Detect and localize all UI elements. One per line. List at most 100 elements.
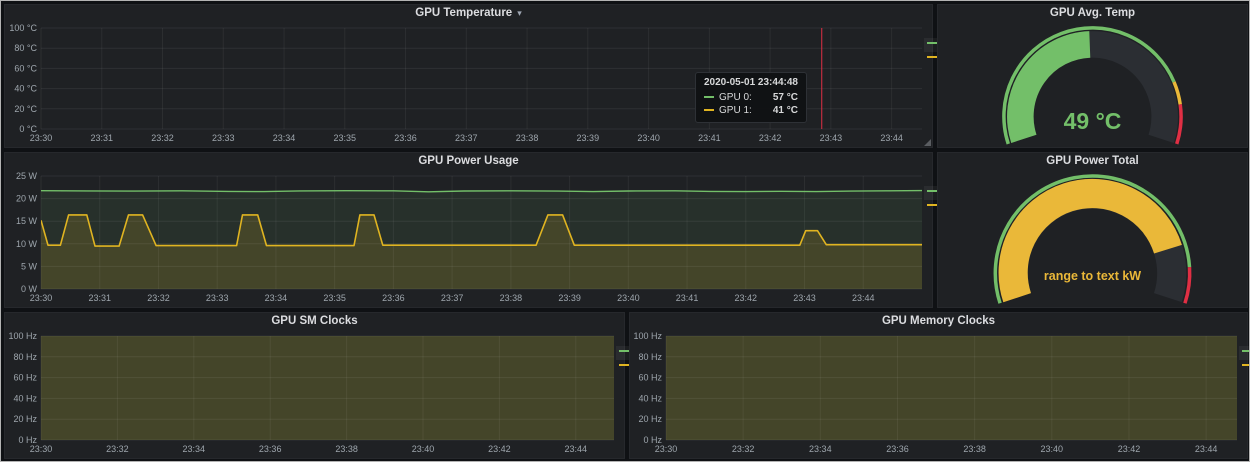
x-axis-label: 23:30 [655,444,678,454]
x-axis-label: 23:40 [412,444,435,454]
x-axis-label: 23:31 [88,293,111,303]
x-axis-label: 23:38 [500,293,523,303]
y-axis-label: 10 W [16,239,38,249]
series-swatch-icon [927,42,937,44]
panel-title-gpu-power-total[interactable]: GPU Power Total [938,153,1247,170]
legend-col-blank [1239,332,1250,346]
x-axis-label: 23:37 [455,133,478,143]
chevron-down-icon: ▾ [517,8,522,18]
panel-title-gpu-avg-temp[interactable]: GPU Avg. Temp [938,5,1247,22]
y-axis-label: 20 Hz [638,414,662,424]
x-axis-label: 23:35 [334,133,357,143]
x-axis-label: 23:32 [106,444,129,454]
panel-title-text: GPU SM Clocks [271,315,357,327]
grafana-dashboard: GPU Temperature▾ 0 °C20 °C40 °C60 °C80 °… [0,0,1250,462]
y-axis-label: 20 W [16,194,38,204]
x-axis-label: 23:39 [558,293,581,303]
panel-title-gpu-memory-clocks[interactable]: GPU Memory Clocks [630,313,1247,330]
panel-title-text: GPU Power Total [1046,155,1138,167]
x-axis-label: 23:34 [809,444,832,454]
chart-gpu-temperature[interactable]: 0 °C20 °C40 °C60 °C80 °C100 °C23:3023:31… [5,22,924,145]
series-area-gpu-1 [666,330,1237,440]
x-axis-label: 23:42 [735,293,758,303]
panel-title-text: GPU Memory Clocks [882,315,995,327]
x-axis-label: 23:42 [1118,444,1141,454]
x-axis-label: 23:33 [206,293,229,303]
series-swatch-icon [1242,364,1250,366]
panel-gpu-memory-clocks: GPU Memory Clocks 0 Hz20 Hz40 Hz60 Hz80 … [629,312,1248,459]
gauge-canvas: range to text kW [938,170,1247,305]
x-axis-label: 23:43 [793,293,816,303]
y-axis-label: 20 Hz [13,414,37,424]
y-axis-label: 15 W [16,216,38,226]
x-axis-label: 23:35 [323,293,346,303]
legend-row: GPU 0405 Hz405 Hz405 Hz [1239,346,1250,360]
x-axis-label: 23:34 [273,133,296,143]
series-area-gpu-1 [41,330,614,440]
chart-canvas: 0 Hz20 Hz40 Hz60 Hz80 Hz100 Hz23:3023:32… [5,330,616,456]
chart-gpu-sm-clocks[interactable]: 0 Hz20 Hz40 Hz60 Hz80 Hz100 Hz23:3023:32… [5,330,616,456]
legend-table: maxavgcurrentGPU 0405 Hz405 Hz405 HzGPU … [1239,332,1250,374]
legend-gpu-memory-clocks: maxavgcurrentGPU 0405 Hz405 Hz405 HzGPU … [1239,332,1250,374]
x-axis-label: 23:42 [759,133,782,143]
legend-row: GPU 1405 Hz405 Hz405 Hz [1239,360,1250,374]
x-axis-label: 23:34 [183,444,206,454]
x-axis-label: 23:39 [577,133,600,143]
x-axis-label: 23:40 [637,133,660,143]
tooltip-series-value: 41 °C [763,104,798,117]
gauge-gpu-avg-temp: 49 °C [938,22,1247,145]
y-axis-label: 80 °C [14,43,37,53]
legend-series-name[interactable]: GPU 0 [1239,346,1250,360]
panel-gpu-power-total: GPU Power Total range to text kW [937,152,1248,308]
y-axis-label: 60 Hz [638,373,662,383]
x-axis-label: 23:37 [441,293,464,303]
x-axis-label: 23:36 [394,133,417,143]
x-axis-label: 23:38 [516,133,539,143]
x-axis-label: 23:34 [265,293,288,303]
x-axis-label: 23:33 [212,133,235,143]
y-axis-label: 5 W [21,261,38,271]
x-axis-label: 23:32 [151,133,174,143]
x-axis-label: 23:30 [30,293,53,303]
y-axis-label: 40 °C [14,84,37,94]
legend-series-name[interactable]: GPU 1 [1239,360,1250,374]
panel-gpu-temperature: GPU Temperature▾ 0 °C20 °C40 °C60 °C80 °… [4,4,933,148]
x-axis-label: 23:38 [963,444,986,454]
tooltip-rows: GPU 0:57 °CGPU 1:41 °C [704,91,798,117]
gauge-value-text: range to text kW [1044,269,1141,283]
panel-gpu-power-usage: GPU Power Usage 0 W5 W10 W15 W20 W25 W23… [4,152,933,308]
chart-gpu-power-usage[interactable]: 0 W5 W10 W15 W20 W25 W23:3023:3123:3223:… [5,170,924,305]
x-axis-label: 23:44 [880,133,903,143]
gauge-value-text: 49 °C [1064,108,1122,134]
panel-title-gpu-temperature[interactable]: GPU Temperature▾ [5,5,932,22]
series-swatch-icon [619,350,629,352]
x-axis-label: 23:44 [1195,444,1218,454]
x-axis-label: 23:44 [852,293,875,303]
panel-title-text: GPU Power Usage [418,155,518,167]
series-swatch-icon [704,109,714,111]
x-axis-label: 23:31 [90,133,113,143]
panel-resize-handle[interactable] [924,139,931,146]
x-axis-label: 23:41 [676,293,699,303]
y-axis-label: 60 °C [14,63,37,73]
x-axis-label: 23:36 [886,444,909,454]
series-swatch-icon [927,56,937,58]
chart-gpu-memory-clocks[interactable]: 0 Hz20 Hz40 Hz60 Hz80 Hz100 Hz23:3023:32… [630,330,1239,456]
tooltip-row: GPU 0:57 °C [704,91,798,104]
gauge-gpu-power-total: range to text kW [938,170,1247,305]
y-axis-label: 100 Hz [633,331,662,341]
panel-gpu-avg-temp: GPU Avg. Temp 49 °C [937,4,1248,148]
x-axis-label: 23:36 [382,293,405,303]
x-axis-label: 23:32 [147,293,170,303]
series-swatch-icon [1242,350,1250,352]
y-axis-label: 20 °C [14,104,37,114]
chart-tooltip: 2020-05-01 23:44:48 GPU 0:57 °CGPU 1:41 … [695,72,807,123]
panel-title-gpu-power-usage[interactable]: GPU Power Usage [5,153,932,170]
x-axis-label: 23:30 [30,444,53,454]
y-axis-label: 40 Hz [638,393,662,403]
y-axis-label: 100 °C [9,23,37,33]
x-axis-label: 23:42 [488,444,511,454]
panel-title-gpu-sm-clocks[interactable]: GPU SM Clocks [5,313,624,330]
tooltip-series-value: 57 °C [763,91,798,104]
x-axis-label: 23:44 [565,444,588,454]
